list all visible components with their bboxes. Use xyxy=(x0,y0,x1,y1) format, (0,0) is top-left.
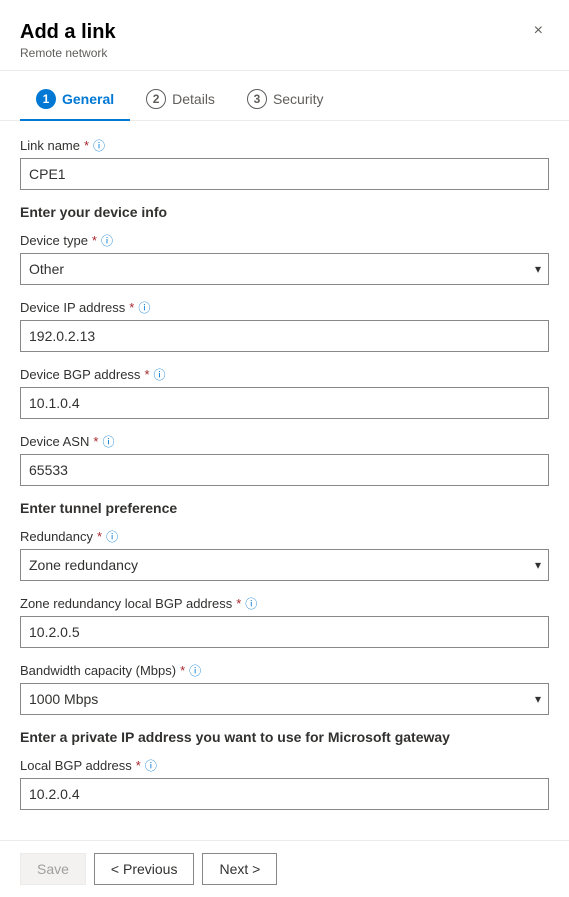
device-ip-input[interactable] xyxy=(20,320,549,352)
device-info-heading: Enter your device info xyxy=(20,204,549,220)
redundancy-select-wrapper: Zone redundancy No redundancy ▾ xyxy=(20,549,549,581)
tab-general-label: General xyxy=(62,91,114,107)
device-bgp-info-icon[interactable]: ⓘ xyxy=(154,366,166,383)
link-name-input[interactable] xyxy=(20,158,549,190)
local-bgp-info-icon[interactable]: ⓘ xyxy=(145,757,157,774)
tab-bar: 1 General 2 Details 3 Security xyxy=(0,71,569,121)
header-text: Add a link Remote network xyxy=(20,20,116,60)
device-asn-info-icon[interactable]: ⓘ xyxy=(102,433,114,450)
local-bgp-label: Local BGP address * ⓘ xyxy=(20,757,549,774)
device-ip-label: Device IP address * ⓘ xyxy=(20,299,549,316)
tunnel-heading: Enter tunnel preference xyxy=(20,500,549,516)
bandwidth-group: Bandwidth capacity (Mbps) * ⓘ 500 Mbps 1… xyxy=(20,662,549,715)
required-star-9: * xyxy=(136,758,141,773)
tab-details-label: Details xyxy=(172,91,215,107)
device-bgp-label: Device BGP address * ⓘ xyxy=(20,366,549,383)
redundancy-group: Redundancy * ⓘ Zone redundancy No redund… xyxy=(20,528,549,581)
previous-button[interactable]: < Previous xyxy=(94,853,195,885)
zone-bgp-info-icon[interactable]: ⓘ xyxy=(245,595,257,612)
device-type-label: Device type * ⓘ xyxy=(20,232,549,249)
device-type-group: Device type * ⓘ Other Cisco Juniper Palo… xyxy=(20,232,549,285)
modal-title: Add a link xyxy=(20,20,116,44)
redundancy-label: Redundancy * ⓘ xyxy=(20,528,549,545)
close-button[interactable]: × xyxy=(528,20,549,42)
device-asn-input[interactable] xyxy=(20,454,549,486)
redundancy-select[interactable]: Zone redundancy No redundancy xyxy=(20,549,549,581)
required-star-8: * xyxy=(180,663,185,678)
device-ip-group: Device IP address * ⓘ xyxy=(20,299,549,352)
device-asn-group: Device ASN * ⓘ xyxy=(20,433,549,486)
bandwidth-select-wrapper: 500 Mbps 1000 Mbps 2000 Mbps 5000 Mbps ▾ xyxy=(20,683,549,715)
local-bgp-group: Local BGP address * ⓘ xyxy=(20,757,549,810)
device-bgp-group: Device BGP address * ⓘ xyxy=(20,366,549,419)
bandwidth-info-icon[interactable]: ⓘ xyxy=(189,662,201,679)
device-type-select-wrapper: Other Cisco Juniper Palo Alto Check Poin… xyxy=(20,253,549,285)
modal-subtitle: Remote network xyxy=(20,46,116,60)
bandwidth-label: Bandwidth capacity (Mbps) * ⓘ xyxy=(20,662,549,679)
save-button[interactable]: Save xyxy=(20,853,86,885)
link-name-label: Link name * ⓘ xyxy=(20,137,549,154)
tab-general-number: 1 xyxy=(36,89,56,109)
tab-details-number: 2 xyxy=(146,89,166,109)
device-bgp-input[interactable] xyxy=(20,387,549,419)
tab-security-number: 3 xyxy=(247,89,267,109)
required-star: * xyxy=(84,138,89,153)
link-name-info-icon[interactable]: ⓘ xyxy=(93,137,105,154)
device-type-select[interactable]: Other Cisco Juniper Palo Alto Check Poin… xyxy=(20,253,549,285)
required-star-2: * xyxy=(92,233,97,248)
modal-footer: Save < Previous Next > xyxy=(0,840,569,897)
required-star-3: * xyxy=(129,300,134,315)
modal-container: Add a link Remote network × 1 General 2 … xyxy=(0,0,569,897)
next-button[interactable]: Next > xyxy=(202,853,277,885)
bandwidth-select[interactable]: 500 Mbps 1000 Mbps 2000 Mbps 5000 Mbps xyxy=(20,683,549,715)
tab-general[interactable]: 1 General xyxy=(20,81,130,121)
device-ip-info-icon[interactable]: ⓘ xyxy=(138,299,150,316)
gateway-heading: Enter a private IP address you want to u… xyxy=(20,729,549,745)
required-star-7: * xyxy=(236,596,241,611)
tab-details[interactable]: 2 Details xyxy=(130,81,231,121)
required-star-6: * xyxy=(97,529,102,544)
close-icon: × xyxy=(534,22,543,40)
local-bgp-input[interactable] xyxy=(20,778,549,810)
zone-bgp-label: Zone redundancy local BGP address * ⓘ xyxy=(20,595,549,612)
tab-security-label: Security xyxy=(273,91,324,107)
redundancy-info-icon[interactable]: ⓘ xyxy=(106,528,118,545)
zone-bgp-group: Zone redundancy local BGP address * ⓘ xyxy=(20,595,549,648)
required-star-5: * xyxy=(93,434,98,449)
tab-security[interactable]: 3 Security xyxy=(231,81,340,121)
modal-header: Add a link Remote network × xyxy=(0,0,569,71)
device-type-info-icon[interactable]: ⓘ xyxy=(101,232,113,249)
zone-bgp-input[interactable] xyxy=(20,616,549,648)
link-name-group: Link name * ⓘ xyxy=(20,137,549,190)
required-star-4: * xyxy=(144,367,149,382)
device-asn-label: Device ASN * ⓘ xyxy=(20,433,549,450)
form-body: Link name * ⓘ Enter your device info Dev… xyxy=(0,121,569,840)
